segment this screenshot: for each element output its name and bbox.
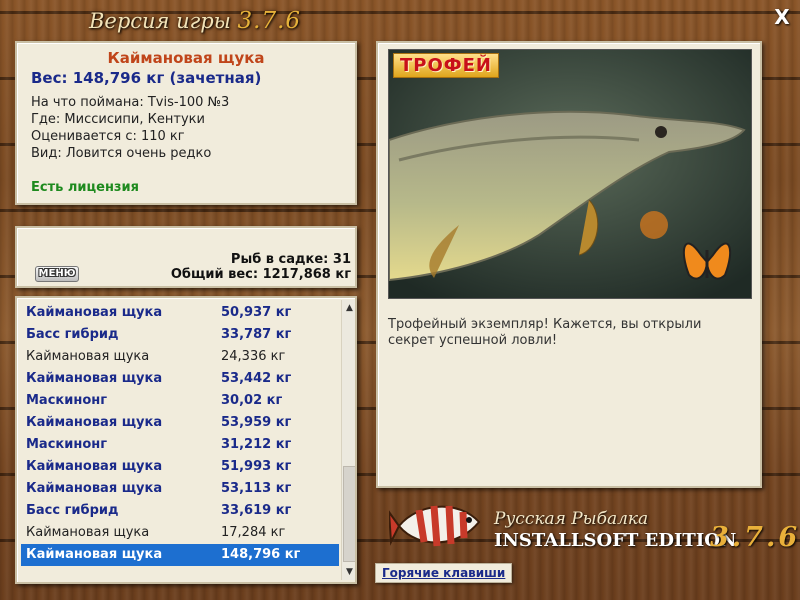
- fish-name: Каймановая щука: [107, 49, 265, 67]
- list-item-weight: 148,796 кг: [221, 547, 301, 562]
- list-item-weight: 53,442 кг: [221, 371, 292, 386]
- list-item[interactable]: Каймановая щука 51,993 кг: [21, 456, 339, 478]
- list-item[interactable]: Каймановая щука 53,959 кг: [21, 412, 339, 434]
- scroll-down-arrow-icon[interactable]: ▼: [342, 564, 355, 580]
- list-item-weight: 51,993 кг: [221, 459, 292, 474]
- fish-bait: На что поймана: Tvis-100 №3: [31, 95, 230, 110]
- list-item-name: Каймановая щука: [26, 415, 163, 430]
- gar-fish-image: [389, 50, 751, 298]
- list-item-weight: 53,959 кг: [221, 415, 292, 430]
- license-status: Есть лицензия: [31, 180, 139, 195]
- list-item-weight: 31,212 кг: [221, 437, 292, 452]
- title-version: 3.7.6: [237, 8, 302, 34]
- list-item-name: Каймановая щука: [26, 525, 150, 540]
- list-item-weight: 33,619 кг: [221, 503, 292, 518]
- list-item-name: Каймановая щука: [26, 349, 150, 364]
- list-item-name: Басс гибрид: [26, 327, 119, 342]
- list-item[interactable]: Маскинонг 30,02 кг: [21, 390, 339, 412]
- brand-version: 3.7.6: [710, 522, 800, 553]
- list-item-name: Каймановая щука: [26, 481, 163, 496]
- scroll-thumb[interactable]: [343, 466, 355, 562]
- trophy-panel: ТРОФЕЙ Трофейный экземпляр! Кажется, вы …: [376, 41, 762, 488]
- cage-summary-panel: МЕНЮ Рыб в садке: 31 Общий вес: 1217,868…: [15, 226, 357, 288]
- brand-edition: INSTALLSOFT EDITION: [494, 530, 737, 551]
- list-item-name: Каймановая щука: [26, 547, 163, 562]
- trophy-caption: Трофейный экземпляр! Кажется, вы открыли…: [388, 317, 702, 348]
- fish-weight: Вес: 148,796 кг (зачетная): [31, 69, 262, 87]
- list-item-name: Каймановая щука: [26, 459, 163, 474]
- list-item-selected[interactable]: Каймановая щука 148,796 кг: [21, 544, 339, 566]
- menu-button[interactable]: МЕНЮ: [35, 266, 79, 282]
- list-item-weight: 53,113 кг: [221, 481, 292, 496]
- scroll-up-arrow-icon[interactable]: ▲: [342, 300, 355, 316]
- brand-title: Русская Рыбалка: [494, 509, 649, 529]
- list-scrollbar[interactable]: ▲ ▼: [341, 300, 355, 580]
- list-item-name: Басс гибрид: [26, 503, 119, 518]
- list-item[interactable]: Маскинонг 31,212 кг: [21, 434, 339, 456]
- fish-info-panel: Каймановая щука Вес: 148,796 кг (зачетна…: [15, 41, 357, 205]
- list-item-name: Маскинонг: [26, 393, 108, 408]
- trophy-fish-photo: ТРОФЕЙ: [388, 49, 752, 299]
- list-item-weight: 17,284 кг: [221, 525, 286, 540]
- fish-location: Где: Миссисипи, Кентуки: [31, 112, 205, 127]
- hotkeys-link[interactable]: Горячие клавиши: [375, 563, 513, 583]
- list-item[interactable]: Каймановая щука 24,336 кг: [21, 346, 339, 368]
- list-item-weight: 33,787 кг: [221, 327, 292, 342]
- fish-rarity: Вид: Ловится очень редко: [31, 146, 212, 161]
- list-item[interactable]: Басс гибрид 33,619 кг: [21, 500, 339, 522]
- fish-list-panel: Каймановая щука 50,937 кг Басс гибрид 33,78…: [15, 296, 357, 584]
- window-title: Версия игры 3.7.6: [0, 8, 390, 34]
- list-item-weight: 24,336 кг: [221, 349, 286, 364]
- close-button[interactable]: X: [771, 6, 793, 28]
- list-item[interactable]: Каймановая щука 17,284 кг: [21, 522, 339, 544]
- list-item-weight: 30,02 кг: [221, 393, 283, 408]
- fish-score-threshold: Оценивается с: 110 кг: [31, 129, 185, 144]
- list-item[interactable]: Басс гибрид 33,787 кг: [21, 324, 339, 346]
- list-item-name: Каймановая щука: [26, 305, 163, 320]
- fish-list: Каймановая щука 50,937 кг Басс гибрид 33,78…: [21, 302, 339, 566]
- title-text: Версия игры: [88, 9, 238, 33]
- list-item-name: Каймановая щука: [26, 371, 163, 386]
- cage-fish-count: Рыб в садке: 31: [230, 252, 351, 267]
- list-item-weight: 50,937 кг: [221, 305, 292, 320]
- list-item[interactable]: Каймановая щука 50,937 кг: [21, 302, 339, 324]
- list-item[interactable]: Каймановая щука 53,113 кг: [21, 478, 339, 500]
- cage-total-weight: Общий вес: 1217,868 кг: [170, 267, 351, 282]
- list-item-name: Маскинонг: [26, 437, 108, 452]
- trophy-badge: ТРОФЕЙ: [393, 53, 499, 78]
- brand-fish-logo: [387, 492, 489, 562]
- list-item[interactable]: Каймановая щука 53,442 кг: [21, 368, 339, 390]
